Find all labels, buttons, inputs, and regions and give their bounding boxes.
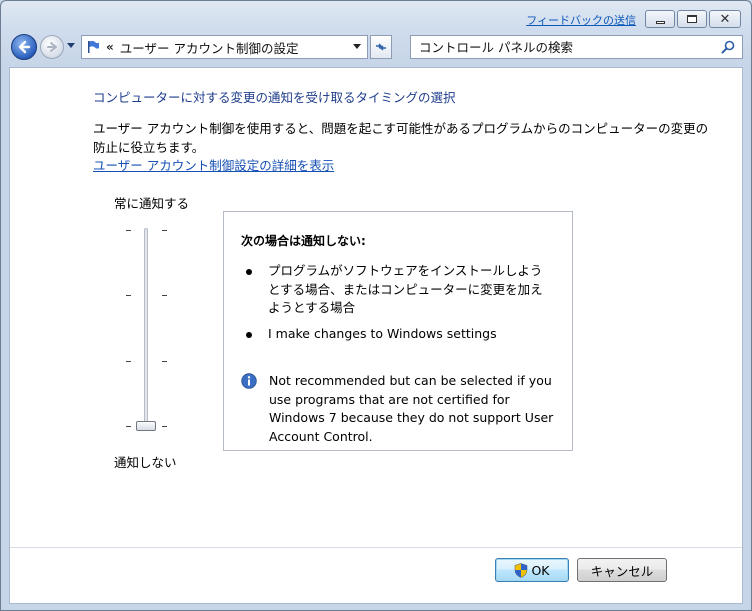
chevron-down-icon bbox=[67, 43, 75, 48]
info-icon bbox=[241, 373, 257, 389]
slider-label-always-notify: 常に通知する bbox=[114, 196, 190, 211]
recommendation-note: Not recommended but can be selected if y… bbox=[241, 372, 561, 446]
bullet-text: プログラムがソフトウェアをインストールしようとする場合、またはコンピューターに変… bbox=[268, 263, 543, 315]
page-title: コンピューターに対する変更の通知を受け取るタイミングの選択 bbox=[93, 90, 456, 105]
slider-tick bbox=[126, 426, 131, 427]
close-button[interactable]: ✕ bbox=[709, 10, 741, 28]
description-text: ユーザー アカウント制御を使用すると、問題を起こす可能性があるプログラムからのコ… bbox=[93, 121, 709, 155]
slider-tick bbox=[162, 295, 167, 297]
slider-tick bbox=[162, 360, 167, 362]
notification-level-slider[interactable] bbox=[144, 228, 148, 431]
divider bbox=[10, 547, 742, 548]
slider-tick bbox=[126, 360, 131, 362]
slider-tick bbox=[126, 295, 131, 297]
search-icon[interactable] bbox=[720, 39, 736, 55]
search-input[interactable] bbox=[411, 38, 720, 56]
forward-button[interactable] bbox=[40, 35, 64, 59]
panel-title: 次の場合は通知しない: bbox=[241, 234, 366, 248]
search-box[interactable] bbox=[410, 35, 743, 59]
slider-tick bbox=[162, 230, 167, 231]
maximize-button[interactable] bbox=[677, 10, 707, 28]
maximize-icon bbox=[687, 15, 697, 23]
uac-settings-window: フィードバックの送信 ✕ « ユーザー アカウント制御の設定 コントロール パネ… bbox=[0, 0, 752, 611]
flag-icon bbox=[88, 40, 99, 53]
content-area: コンピューターに対する変更の通知を受け取るタイミングの選択 ユーザー アカウント… bbox=[9, 67, 743, 604]
bullet-text: I make changes to Windows settings bbox=[268, 326, 497, 341]
forward-arrow-icon bbox=[47, 42, 57, 52]
refresh-icon bbox=[376, 43, 386, 51]
close-icon: ✕ bbox=[719, 11, 731, 27]
uac-details-link[interactable]: ユーザー アカウント制御設定の詳細を表示 bbox=[93, 155, 334, 174]
ok-button[interactable]: OK bbox=[495, 558, 569, 582]
minimize-button[interactable] bbox=[645, 10, 675, 28]
back-button[interactable] bbox=[11, 34, 37, 60]
ok-label: OK bbox=[531, 562, 550, 578]
setting-description-panel: 次の場合は通知しない: プログラムがソフトウェアをインストールしようとする場合、… bbox=[223, 211, 573, 451]
uac-shield-icon bbox=[515, 562, 528, 578]
slider-thumb[interactable] bbox=[136, 421, 156, 431]
minimize-icon bbox=[655, 20, 665, 24]
bullet-icon bbox=[246, 332, 252, 338]
slider-label-never-notify: 通知しない bbox=[114, 455, 177, 470]
slider-tick bbox=[126, 230, 131, 231]
chevron-down-icon[interactable] bbox=[353, 44, 361, 50]
back-arrow-icon bbox=[18, 40, 31, 54]
recent-pages-dropdown[interactable] bbox=[66, 41, 76, 51]
cancel-button[interactable]: キャンセル bbox=[577, 558, 667, 582]
refresh-button[interactable] bbox=[370, 35, 392, 59]
list-item: プログラムがソフトウェアをインストールしようとする場合、またはコンピューターに変… bbox=[246, 262, 551, 318]
slider-tick bbox=[162, 426, 167, 427]
feedback-link[interactable]: フィードバックの送信 bbox=[526, 12, 636, 28]
bullet-icon bbox=[246, 269, 252, 275]
breadcrumb-current[interactable]: ユーザー アカウント制御の設定 bbox=[120, 38, 299, 57]
list-item: I make changes to Windows settings bbox=[246, 325, 551, 344]
breadcrumb-overflow[interactable]: « bbox=[106, 40, 114, 54]
note-text: Not recommended but can be selected if y… bbox=[269, 373, 554, 444]
address-bar[interactable]: « ユーザー アカウント制御の設定 bbox=[81, 35, 368, 59]
